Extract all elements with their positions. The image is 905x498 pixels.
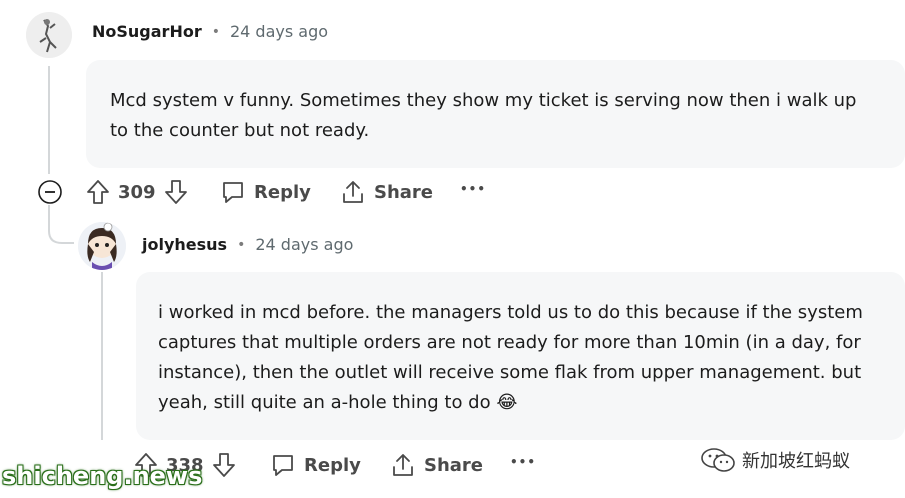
upvote-arrow-icon[interactable]: [86, 179, 110, 205]
share-label: Share: [424, 454, 484, 476]
comment-header: NoSugarHor • 24 days ago: [92, 22, 328, 41]
comment-body: i worked in mcd before. the managers tol…: [136, 272, 905, 440]
downvote-arrow-icon[interactable]: [212, 452, 236, 478]
comment-line: to the counter but not ready.: [110, 120, 370, 141]
reply-button[interactable]: Reply: [270, 452, 361, 478]
downvote-arrow-icon[interactable]: [164, 179, 188, 205]
thread-connector: [48, 205, 74, 245]
username[interactable]: NoSugarHor: [92, 22, 202, 41]
ellipsis-icon[interactable]: •••: [460, 182, 486, 196]
avatar[interactable]: [26, 12, 72, 58]
vote-count: 309: [118, 181, 156, 203]
share-button[interactable]: Share: [390, 452, 483, 478]
share-upload-icon: [340, 179, 366, 205]
timestamp[interactable]: 24 days ago: [255, 235, 353, 254]
separator-dot: •: [237, 236, 246, 253]
thread-line[interactable]: [48, 66, 50, 174]
comment-line: instance), then the outlet will receive …: [158, 362, 862, 383]
comment-header: jolyhesus • 24 days ago: [142, 235, 353, 254]
username[interactable]: jolyhesus: [142, 235, 227, 254]
share-button[interactable]: Share: [340, 179, 433, 205]
watermark-text: shicheng.news: [2, 462, 203, 490]
wechat-watermark: 新加坡红蚂蚁: [700, 446, 850, 474]
reply-button[interactable]: Reply: [220, 179, 311, 205]
wechat-icon: [700, 446, 736, 474]
more-label: •••: [510, 455, 537, 469]
separator-dot: •: [211, 23, 220, 40]
avatar[interactable]: [78, 222, 126, 270]
ellipsis-icon[interactable]: •••: [510, 455, 536, 469]
wechat-label: 新加坡红蚂蚁: [742, 451, 850, 472]
reply-label: Reply: [304, 454, 361, 476]
share-upload-icon: [390, 452, 416, 478]
speech-bubble-icon: [270, 452, 296, 478]
comment-line: i worked in mcd before. the managers tol…: [158, 302, 863, 323]
timestamp[interactable]: 24 days ago: [230, 22, 328, 41]
collapse-minus-icon[interactable]: [37, 179, 63, 205]
reply-label: Reply: [254, 181, 311, 203]
share-label: Share: [374, 181, 434, 203]
thread-line[interactable]: [101, 272, 103, 440]
speech-bubble-icon: [220, 179, 246, 205]
comment-body: Mcd system v funny. Sometimes they show …: [86, 60, 905, 168]
comment-line: yeah, still quite an a-hole thing to do …: [158, 392, 518, 413]
vote-group: 309: [86, 179, 188, 205]
comment-line: captures that multiple orders are not re…: [158, 332, 861, 353]
more-label: •••: [460, 182, 487, 196]
comment-line: Mcd system v funny. Sometimes they show …: [110, 90, 857, 111]
